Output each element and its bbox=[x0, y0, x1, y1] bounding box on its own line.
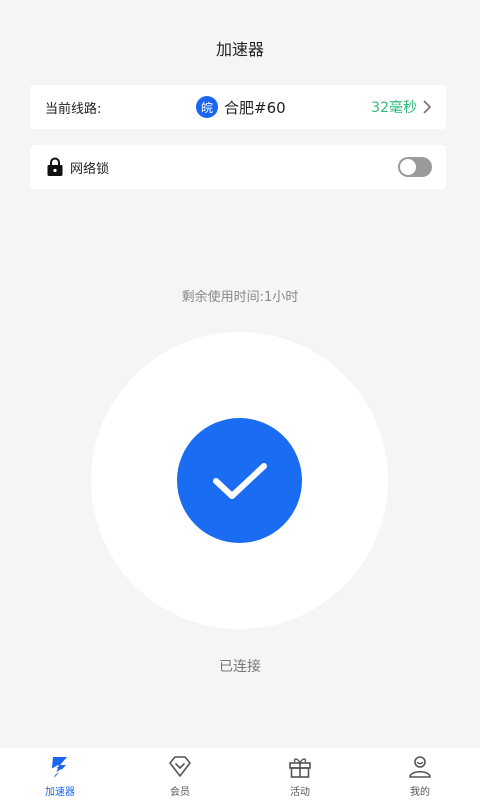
network-lock-info: 网络锁 bbox=[46, 157, 109, 177]
user-icon bbox=[409, 756, 431, 778]
page-title: 加速器 bbox=[215, 40, 264, 59]
ping-info: 32毫秒 bbox=[371, 97, 432, 117]
tab-label: 会员 bbox=[170, 787, 190, 798]
tab-profile[interactable]: 我的 bbox=[360, 748, 480, 800]
tab-label: 我的 bbox=[410, 787, 430, 798]
diamond-heart-icon bbox=[169, 756, 191, 777]
tab-activity[interactable]: 活动 bbox=[240, 748, 360, 800]
chevron-right-icon bbox=[423, 100, 431, 114]
bottom-tabbar: 加速器 会员 活动 我的 bbox=[0, 748, 480, 800]
region-badge: 皖 bbox=[196, 96, 218, 118]
gift-icon bbox=[289, 758, 311, 778]
connection-status: 已连接 bbox=[219, 659, 261, 675]
tab-accelerator[interactable]: 加速器 bbox=[0, 748, 120, 800]
current-line-label: 当前线路: bbox=[45, 101, 102, 117]
ping-value: 32毫秒 bbox=[371, 100, 417, 116]
network-lock-card: 网络锁 bbox=[30, 145, 446, 189]
bolt-icon bbox=[50, 757, 67, 778]
toggle-knob bbox=[400, 159, 416, 175]
check-icon bbox=[212, 462, 267, 499]
node-name: 合肥#60 bbox=[224, 98, 286, 117]
lock-icon bbox=[47, 157, 63, 176]
remaining-time-text: 剩余使用时间:1小时 bbox=[181, 290, 299, 305]
node-info: 皖 合肥#60 bbox=[196, 96, 286, 118]
network-lock-toggle[interactable] bbox=[398, 157, 432, 177]
network-lock-label: 网络锁 bbox=[70, 161, 110, 177]
tab-label: 加速器 bbox=[45, 787, 75, 798]
app-root: 加速器 当前线路: 皖 合肥#60 32毫秒 网络锁 剩余使用时间:1小时 已连… bbox=[0, 0, 480, 800]
current-line-card[interactable]: 当前线路: 皖 合肥#60 32毫秒 bbox=[30, 85, 446, 129]
tab-membership[interactable]: 会员 bbox=[120, 748, 240, 800]
tab-label: 活动 bbox=[290, 787, 310, 798]
connect-button[interactable] bbox=[177, 418, 302, 543]
